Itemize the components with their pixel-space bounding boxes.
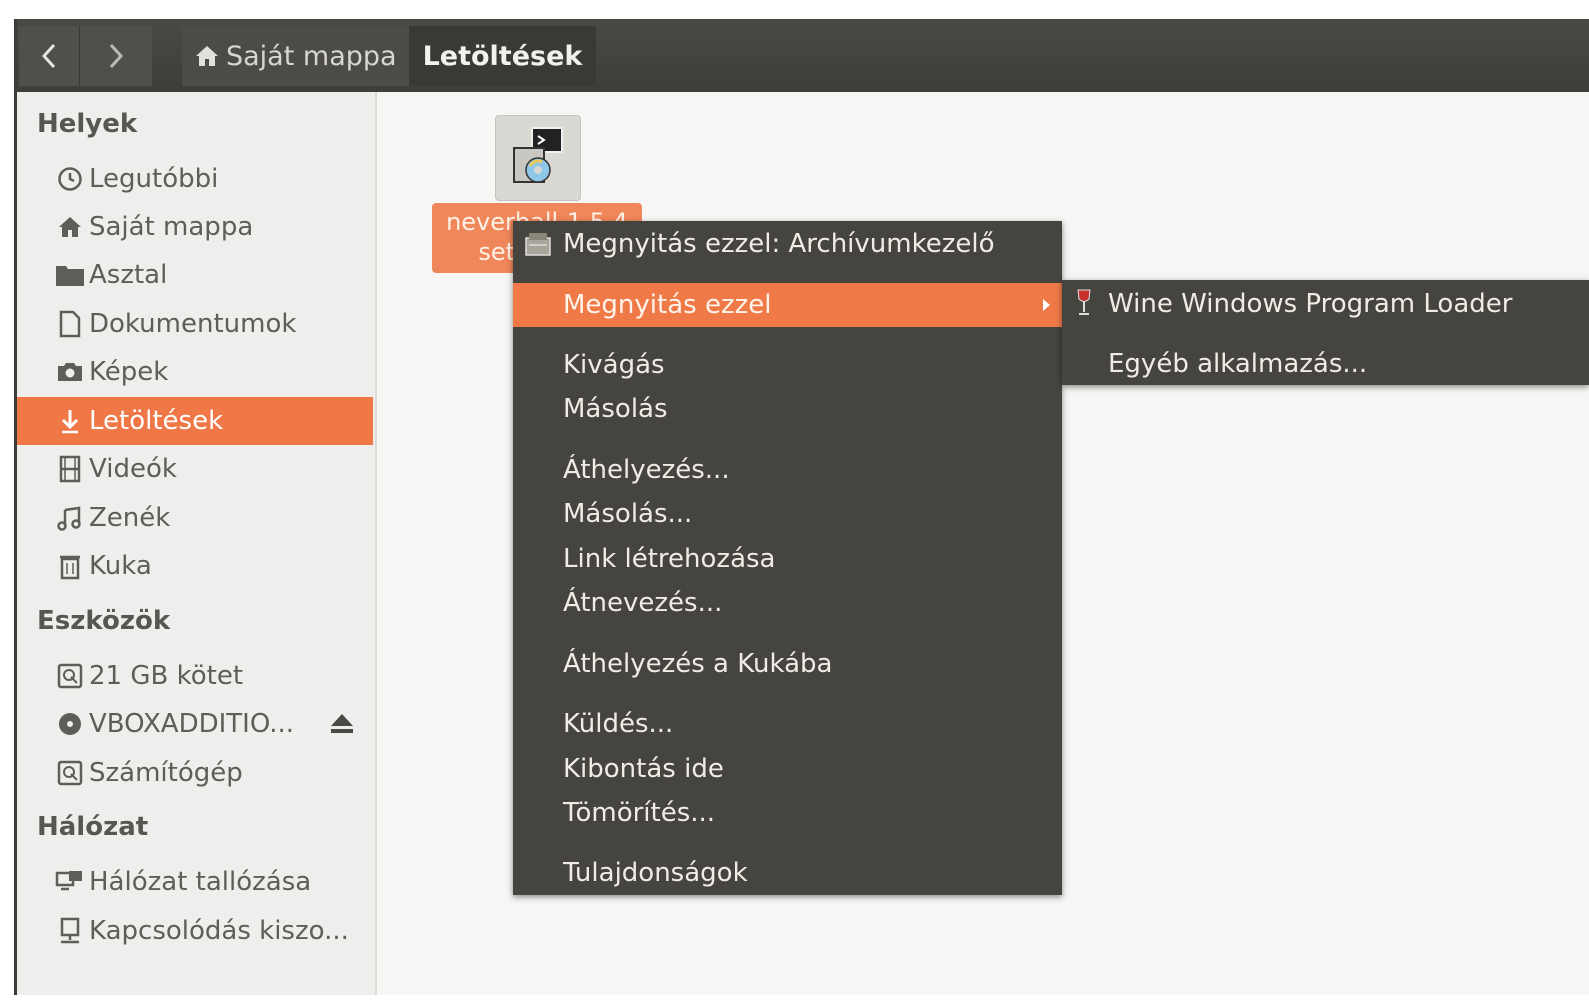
- sidebar-item-label: Videók: [89, 454, 177, 484]
- archive-manager-icon: [523, 230, 553, 265]
- sidebar-heading-devices: Eszközök: [37, 606, 171, 636]
- menu-item-copy[interactable]: Másolás: [513, 387, 1062, 431]
- sidebar-item-label: VBOXADDITIO...: [89, 709, 295, 739]
- sidebar-item-browse-network[interactable]: Hálózat tallózása: [17, 858, 373, 906]
- menu-item-label: Küldés...: [563, 709, 674, 739]
- sidebar-heading-network: Hálózat: [37, 812, 149, 842]
- menu-item-rename[interactable]: Átnevezés...: [513, 581, 1062, 625]
- computer-icon: [53, 760, 87, 786]
- sidebar-item-label: Letöltések: [89, 406, 224, 436]
- menu-item-label: Megnyitás ezzel: Archívumkezelő: [563, 229, 995, 259]
- sidebar-item-connect-server[interactable]: Kapcsolódás kiszo...: [17, 907, 373, 955]
- open-with-submenu: Wine Windows Program Loader Egyéb alkalm…: [1062, 280, 1589, 385]
- sidebar-item-label: Kapcsolódás kiszo...: [89, 916, 349, 946]
- disc-icon: [53, 711, 87, 737]
- sidebar-item-label: Zenék: [89, 503, 171, 533]
- music-icon: [53, 505, 87, 531]
- sidebar-item-videos[interactable]: Videók: [17, 445, 373, 493]
- sidebar-item-home[interactable]: Saját mappa: [17, 203, 373, 251]
- submenu-item-wine[interactable]: Wine Windows Program Loader: [1062, 280, 1589, 328]
- menu-item-label: Másolás: [563, 394, 668, 424]
- sidebar-item-label: Legutóbbi: [89, 164, 219, 194]
- network-icon: [53, 869, 87, 895]
- menu-item-make-link[interactable]: Link létrehozása: [513, 537, 1062, 581]
- menu-item-extract-here[interactable]: Kibontás ide: [513, 747, 1062, 791]
- home-icon: [53, 215, 87, 239]
- breadcrumb-current-label: Letöltések: [422, 40, 583, 72]
- menu-item-move-to-trash[interactable]: Áthelyezés a Kukába: [513, 642, 1062, 686]
- clock-icon: [53, 166, 87, 192]
- folder-icon: [53, 263, 87, 287]
- document-icon: [53, 310, 87, 338]
- sidebar-item-label: Számítógép: [89, 758, 243, 788]
- sidebar-item-recent[interactable]: Legutóbbi: [17, 155, 373, 203]
- menu-item-label: Kivágás: [563, 350, 665, 380]
- chevron-left-icon: [41, 43, 56, 69]
- menu-item-properties[interactable]: Tulajdonságok: [513, 851, 1062, 895]
- menu-item-label: Másolás...: [563, 499, 693, 529]
- sidebar-item-documents[interactable]: Dokumentumok: [17, 300, 373, 348]
- menu-item-label: Megnyitás ezzel: [563, 290, 772, 320]
- submenu-item-other-application[interactable]: Egyéb alkalmazás...: [1062, 340, 1589, 388]
- sidebar-item-label: Hálózat tallózása: [89, 867, 312, 897]
- breadcrumb: Saját mappa Letöltések: [182, 26, 597, 86]
- breadcrumb-home-label: Saját mappa: [226, 40, 397, 72]
- menu-item-cut[interactable]: Kivágás: [513, 343, 1062, 387]
- menu-item-open-with[interactable]: Megnyitás ezzel: [513, 283, 1062, 327]
- menu-item-open-with-archive-manager[interactable]: Megnyitás ezzel: Archívumkezelő: [513, 222, 1062, 266]
- sidebar-item-label: Kuka: [89, 551, 152, 581]
- sidebar-item-volume[interactable]: 21 GB kötet: [17, 652, 373, 700]
- sidebar-item-pictures[interactable]: Képek: [17, 348, 373, 396]
- context-menu: Megnyitás ezzel: Archívumkezelő Megnyitá…: [513, 221, 1062, 895]
- menu-item-label: Áthelyezés...: [563, 455, 730, 485]
- submenu-item-label: Egyéb alkalmazás...: [1108, 349, 1368, 379]
- sidebar-item-desktop[interactable]: Asztal: [17, 251, 373, 299]
- menu-item-label: Átnevezés...: [563, 588, 723, 618]
- menu-item-compress[interactable]: Tömörítés...: [513, 791, 1062, 835]
- menu-item-label: Tömörítés...: [563, 798, 716, 828]
- download-icon: [53, 407, 87, 435]
- sidebar-item-music[interactable]: Zenék: [17, 494, 373, 542]
- menu-item-label: Kibontás ide: [563, 754, 724, 784]
- breadcrumb-home[interactable]: Saját mappa: [182, 26, 409, 86]
- camera-icon: [53, 360, 87, 384]
- installer-icon[interactable]: [495, 115, 581, 201]
- menu-item-label: Áthelyezés a Kukába: [563, 649, 833, 679]
- sidebar-item-trash[interactable]: Kuka: [17, 542, 373, 590]
- wine-glass-icon: [1074, 288, 1094, 325]
- breadcrumb-current[interactable]: Letöltések: [408, 26, 597, 86]
- sidebar-item-label: Asztal: [89, 260, 168, 290]
- menu-item-label: Link létrehozása: [563, 544, 776, 574]
- sidebar-item-label: Képek: [89, 357, 169, 387]
- sidebar-heading-places: Helyek: [37, 109, 138, 139]
- submenu-arrow-icon: [1043, 299, 1050, 311]
- header-bar: Saját mappa Letöltések: [17, 19, 1589, 92]
- menu-item-move-to[interactable]: Áthelyezés...: [513, 448, 1062, 492]
- sidebar-item-label: 21 GB kötet: [89, 661, 244, 691]
- sidebar: Helyek Legutóbbi Saját mappa Asztal Doku…: [17, 92, 377, 995]
- drive-icon: [53, 663, 87, 689]
- sidebar-item-computer[interactable]: Számítógép: [17, 749, 373, 797]
- forward-button[interactable]: [80, 26, 152, 86]
- sidebar-item-vboxadditions[interactable]: VBOXADDITIO...: [17, 700, 373, 748]
- trash-icon: [53, 552, 87, 580]
- sidebar-item-downloads[interactable]: Letöltések: [17, 397, 373, 445]
- menu-item-label: Tulajdonságok: [563, 858, 748, 888]
- sidebar-item-label: Saját mappa: [89, 212, 254, 242]
- home-icon: [194, 44, 220, 68]
- menu-item-copy-to[interactable]: Másolás...: [513, 492, 1062, 536]
- server-icon: [53, 917, 87, 945]
- back-button[interactable]: [19, 26, 80, 86]
- chevron-right-icon: [109, 43, 124, 69]
- menu-item-send-to[interactable]: Küldés...: [513, 702, 1062, 746]
- film-icon: [53, 455, 87, 483]
- sidebar-item-label: Dokumentumok: [89, 309, 297, 339]
- eject-icon[interactable]: [329, 712, 355, 743]
- submenu-item-label: Wine Windows Program Loader: [1108, 289, 1513, 319]
